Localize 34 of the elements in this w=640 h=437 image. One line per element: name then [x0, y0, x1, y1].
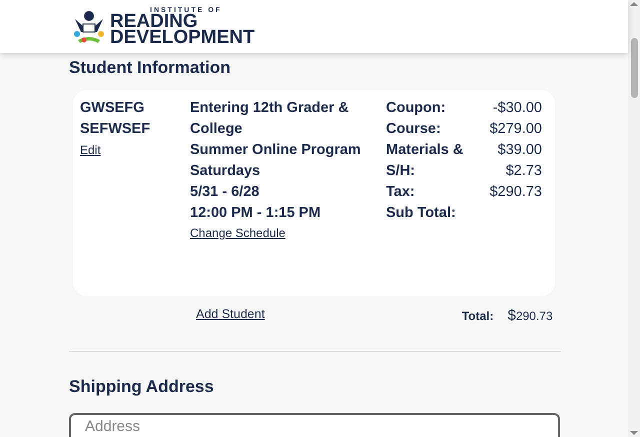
add-student-link[interactable]: Add Student [196, 304, 265, 324]
course-detail: Saturdays [190, 162, 260, 181]
course-detail: 5/31 - 6/28 [190, 183, 260, 202]
section-title: Student Information [69, 57, 232, 79]
scroll-down-icon[interactable] [630, 429, 638, 437]
logo-icon [72, 10, 106, 44]
total-label: Total: [462, 308, 494, 325]
student-name: SEFWSEF [80, 120, 150, 139]
student-name: GWSEFG [80, 99, 144, 118]
course-detail: College [190, 120, 242, 139]
logo-wordmark-bottom: DEVELOPMENT [110, 30, 255, 46]
course-detail: Entering 12th Grader & [190, 99, 349, 118]
scrollbar[interactable] [628, 0, 640, 437]
price-label: Sub Total: [386, 204, 456, 223]
logo-wordmark-top: READING [110, 14, 198, 30]
course-detail: Summer Online Program [190, 141, 361, 160]
price-value: $2.73 [506, 162, 542, 181]
scroll-up-icon[interactable] [630, 0, 638, 8]
section-title: Shipping Address [69, 376, 215, 398]
price-label: Coupon: [386, 99, 446, 118]
total-amount: $290.73 [508, 306, 553, 326]
edit-link[interactable]: Edit [80, 140, 101, 160]
price-value: $279.00 [490, 120, 542, 139]
scrollbar-thumb[interactable] [630, 38, 638, 98]
course-detail: 12:00 PM - 1:15 PM [190, 204, 321, 223]
address-field[interactable]: Address [69, 413, 560, 437]
price-value: -$30.00 [492, 99, 542, 118]
change-schedule-link[interactable]: Change Schedule [190, 224, 286, 242]
price-value: $39.00 [498, 141, 542, 160]
price-label: S/H: [386, 162, 415, 181]
price-value: $290.73 [490, 183, 542, 202]
price-label: Course: [386, 120, 441, 139]
price-label: Tax: [386, 183, 415, 202]
price-label: Materials & [386, 141, 464, 160]
